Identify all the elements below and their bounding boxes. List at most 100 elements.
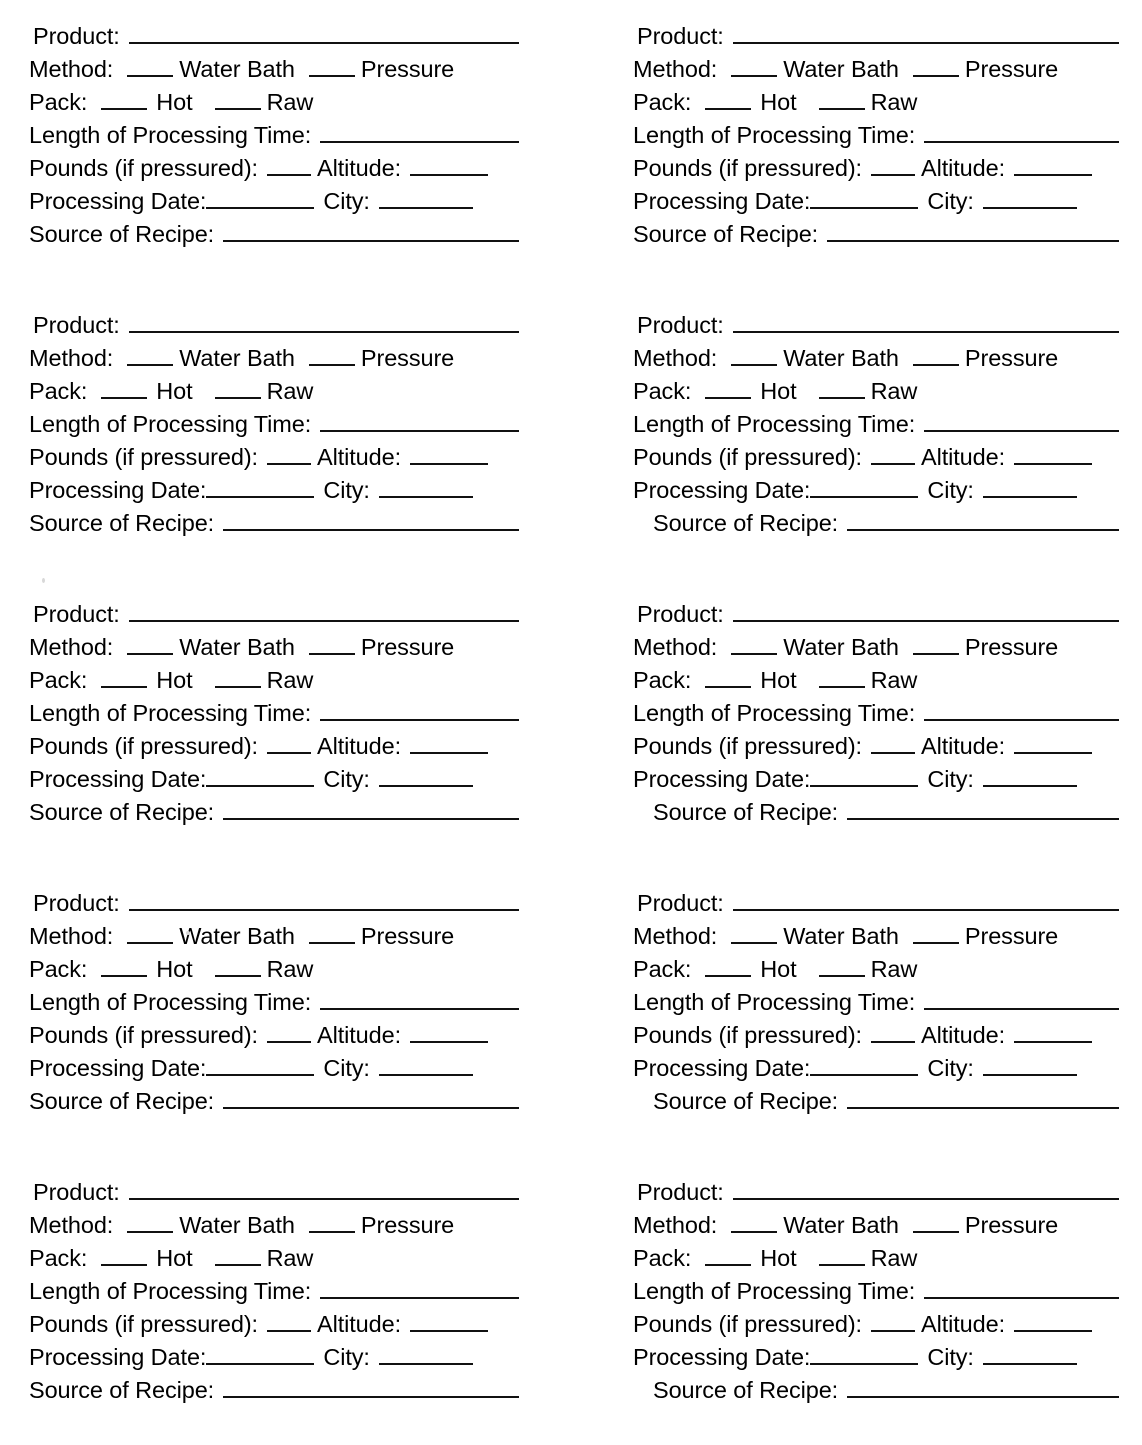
processing-time-input-blank[interactable] [924,1278,1119,1299]
pounds-input-blank[interactable] [871,1022,915,1043]
pounds-input-blank[interactable] [871,1311,915,1332]
pack-raw-blank[interactable] [214,89,261,110]
processing-date-input-blank[interactable] [206,1055,315,1076]
altitude-input-blank[interactable] [1014,155,1093,176]
processing-date-input-blank[interactable] [810,188,919,209]
pack-hot-blank[interactable] [705,667,752,688]
pack-raw-blank[interactable] [818,956,865,977]
processing-time-input-blank[interactable] [320,700,519,721]
processing-date-input-blank[interactable] [810,1344,919,1365]
pounds-input-blank[interactable] [871,155,915,176]
processing-time-input-blank[interactable] [924,122,1119,143]
pack-hot-blank[interactable] [101,956,148,977]
source-of-recipe-input-blank[interactable] [847,1377,1119,1398]
method-pressure-blank[interactable] [308,1212,355,1233]
product-input-blank[interactable] [128,1179,519,1200]
method-water-bath-blank[interactable] [731,1212,778,1233]
pack-hot-blank[interactable] [705,378,752,399]
pack-hot-blank[interactable] [705,1245,752,1266]
altitude-input-blank[interactable] [410,1022,489,1043]
processing-time-input-blank[interactable] [924,411,1119,432]
pack-raw-blank[interactable] [214,378,261,399]
source-of-recipe-input-blank[interactable] [223,1377,519,1398]
method-water-bath-blank[interactable] [127,345,174,366]
source-of-recipe-input-blank[interactable] [223,799,519,820]
method-water-bath-blank[interactable] [127,56,174,77]
method-water-bath-blank[interactable] [127,923,174,944]
pack-raw-blank[interactable] [818,1245,865,1266]
city-input-blank[interactable] [982,1344,1077,1365]
processing-date-input-blank[interactable] [206,188,315,209]
pack-hot-blank[interactable] [101,89,148,110]
product-input-blank[interactable] [732,601,1119,622]
product-input-blank[interactable] [732,890,1119,911]
source-of-recipe-input-blank[interactable] [827,221,1119,242]
method-water-bath-blank[interactable] [731,634,778,655]
source-of-recipe-input-blank[interactable] [223,1088,519,1109]
altitude-input-blank[interactable] [410,444,489,465]
method-pressure-blank[interactable] [308,634,355,655]
pounds-input-blank[interactable] [267,155,311,176]
processing-date-input-blank[interactable] [810,1055,919,1076]
processing-date-input-blank[interactable] [810,477,919,498]
processing-time-input-blank[interactable] [924,989,1119,1010]
product-input-blank[interactable] [128,23,519,44]
source-of-recipe-input-blank[interactable] [223,221,519,242]
pack-hot-blank[interactable] [101,667,148,688]
altitude-input-blank[interactable] [410,155,489,176]
city-input-blank[interactable] [982,477,1077,498]
city-input-blank[interactable] [378,477,473,498]
processing-date-input-blank[interactable] [206,477,315,498]
pounds-input-blank[interactable] [267,733,311,754]
product-input-blank[interactable] [128,312,519,333]
product-input-blank[interactable] [128,890,519,911]
source-of-recipe-input-blank[interactable] [847,510,1119,531]
city-input-blank[interactable] [378,1055,473,1076]
city-input-blank[interactable] [982,1055,1077,1076]
method-water-bath-blank[interactable] [127,634,174,655]
altitude-input-blank[interactable] [1014,1311,1093,1332]
pack-hot-blank[interactable] [101,378,148,399]
city-input-blank[interactable] [982,766,1077,787]
altitude-input-blank[interactable] [1014,733,1093,754]
method-water-bath-blank[interactable] [127,1212,174,1233]
processing-date-input-blank[interactable] [206,766,315,787]
altitude-input-blank[interactable] [410,733,489,754]
altitude-input-blank[interactable] [1014,1022,1093,1043]
processing-date-input-blank[interactable] [810,766,919,787]
method-water-bath-blank[interactable] [731,56,778,77]
altitude-input-blank[interactable] [1014,444,1093,465]
method-pressure-blank[interactable] [308,923,355,944]
pack-raw-blank[interactable] [818,89,865,110]
pounds-input-blank[interactable] [267,444,311,465]
product-input-blank[interactable] [732,312,1119,333]
method-water-bath-blank[interactable] [731,345,778,366]
method-pressure-blank[interactable] [912,923,959,944]
pounds-input-blank[interactable] [267,1022,311,1043]
product-input-blank[interactable] [732,23,1119,44]
pack-raw-blank[interactable] [818,667,865,688]
source-of-recipe-input-blank[interactable] [223,510,519,531]
method-water-bath-blank[interactable] [731,923,778,944]
product-input-blank[interactable] [128,601,519,622]
pack-raw-blank[interactable] [214,956,261,977]
city-input-blank[interactable] [378,1344,473,1365]
pack-raw-blank[interactable] [214,667,261,688]
processing-time-input-blank[interactable] [320,989,519,1010]
processing-time-input-blank[interactable] [320,1278,519,1299]
pack-raw-blank[interactable] [214,1245,261,1266]
pounds-input-blank[interactable] [267,1311,311,1332]
city-input-blank[interactable] [982,188,1077,209]
processing-date-input-blank[interactable] [206,1344,315,1365]
city-input-blank[interactable] [378,766,473,787]
city-input-blank[interactable] [378,188,473,209]
pounds-input-blank[interactable] [871,733,915,754]
method-pressure-blank[interactable] [308,56,355,77]
method-pressure-blank[interactable] [912,634,959,655]
pack-hot-blank[interactable] [101,1245,148,1266]
source-of-recipe-input-blank[interactable] [847,1088,1119,1109]
processing-time-input-blank[interactable] [320,122,519,143]
pack-raw-blank[interactable] [818,378,865,399]
processing-time-input-blank[interactable] [924,700,1119,721]
method-pressure-blank[interactable] [912,1212,959,1233]
